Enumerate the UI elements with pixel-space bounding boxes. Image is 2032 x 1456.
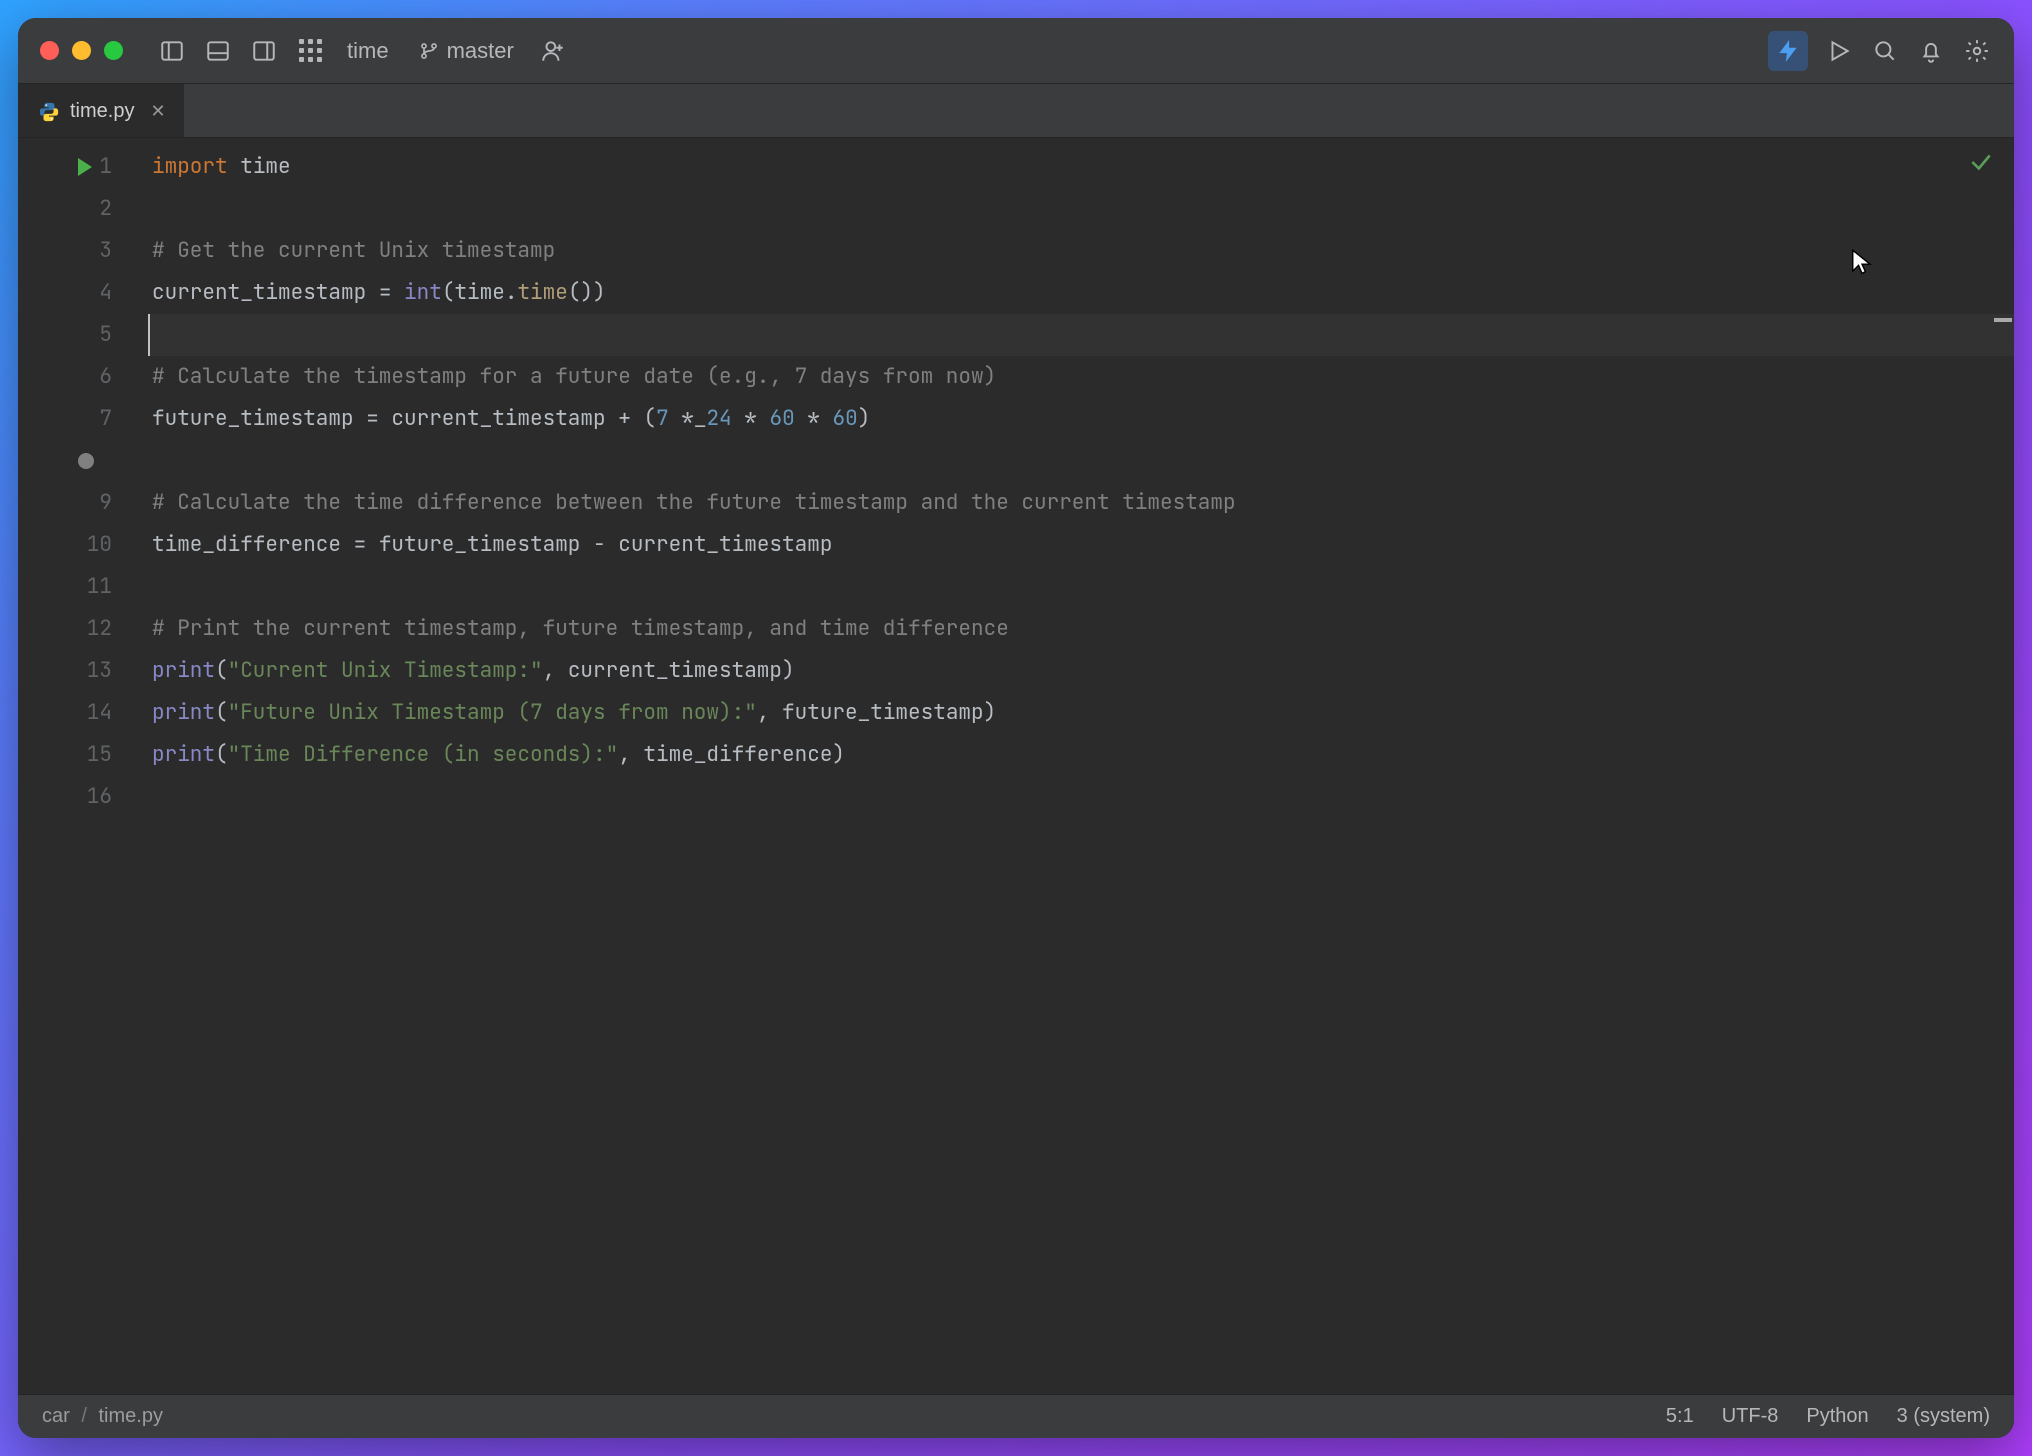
cursor-position[interactable]: 5:1: [1666, 1405, 1694, 1428]
line-number[interactable]: 2: [18, 188, 148, 230]
close-window-button[interactable]: [40, 41, 59, 60]
tab-file[interactable]: time.py ✕: [18, 84, 184, 137]
minimize-window-button[interactable]: [72, 41, 91, 60]
code-line[interactable]: [148, 314, 2014, 356]
inspection-checkmark-icon[interactable]: [1968, 148, 1994, 190]
code-line[interactable]: # Calculate the timestamp for a future d…: [148, 356, 2014, 398]
code-line[interactable]: # Print the current timestamp, future ti…: [148, 608, 2014, 650]
code-editor[interactable]: 1234567910111213141516 import time# Get …: [18, 138, 2014, 1394]
code-line[interactable]: current_timestamp = int(time.time()): [148, 272, 2014, 314]
code-line[interactable]: time_difference = future_timestamp - cur…: [148, 524, 2014, 566]
file-encoding[interactable]: UTF-8: [1722, 1405, 1779, 1428]
run-icon[interactable]: [1824, 36, 1854, 66]
breadcrumb-file: time.py: [98, 1405, 162, 1427]
code-area[interactable]: import time # Get the current Unix timest…: [148, 138, 2014, 1394]
code-line[interactable]: print("Future Unix Timestamp (7 days fro…: [148, 692, 2014, 734]
status-bar: car / time.py 5:1 UTF-8 Python 3 (system…: [18, 1394, 2014, 1438]
line-number-gutter[interactable]: 1234567910111213141516: [18, 138, 148, 1394]
code-line[interactable]: print("Current Unix Timestamp:", current…: [148, 650, 2014, 692]
git-branch-icon: [419, 41, 439, 61]
ide-window: time master time.py: [18, 18, 2014, 1438]
right-panel-toggle-icon[interactable]: [249, 36, 279, 66]
line-number[interactable]: 12: [18, 608, 148, 650]
ai-assistant-icon[interactable]: [1768, 31, 1808, 71]
code-line[interactable]: [148, 440, 2014, 482]
window-controls: [40, 41, 123, 60]
code-line[interactable]: import time: [148, 146, 2014, 188]
project-name[interactable]: time: [341, 38, 395, 64]
line-number[interactable]: 3: [18, 230, 148, 272]
branch-name: master: [447, 38, 514, 64]
language-mode[interactable]: Python: [1806, 1405, 1868, 1428]
line-number[interactable]: 14: [18, 692, 148, 734]
search-icon[interactable]: [1870, 36, 1900, 66]
code-line[interactable]: [148, 566, 2014, 608]
breadcrumb-separator: /: [81, 1405, 87, 1427]
line-number[interactable]: 10: [18, 524, 148, 566]
python-file-icon: [38, 101, 60, 123]
line-number[interactable]: 7: [18, 398, 148, 440]
notifications-icon[interactable]: [1916, 36, 1946, 66]
code-line[interactable]: # Calculate the time difference between …: [148, 482, 2014, 524]
breadcrumb[interactable]: car / time.py: [42, 1405, 1638, 1428]
minimap-marker: [1994, 318, 2012, 322]
code-line[interactable]: [148, 188, 2014, 230]
settings-icon[interactable]: [1962, 36, 1992, 66]
line-number[interactable]: 6: [18, 356, 148, 398]
line-number[interactable]: 11: [18, 566, 148, 608]
line-number[interactable]: [18, 440, 148, 482]
line-number[interactable]: 4: [18, 272, 148, 314]
code-line[interactable]: [148, 776, 2014, 818]
left-panel-toggle-icon[interactable]: [157, 36, 187, 66]
apps-grid-icon[interactable]: [295, 36, 325, 66]
breadcrumb-project: car: [42, 1405, 70, 1427]
line-number[interactable]: 5: [18, 314, 148, 356]
tab-filename: time.py: [70, 100, 134, 123]
add-collaborator-icon[interactable]: [538, 36, 568, 66]
line-number[interactable]: 13: [18, 650, 148, 692]
git-branch[interactable]: master: [411, 38, 522, 64]
line-number[interactable]: 15: [18, 734, 148, 776]
tab-bar: time.py ✕: [18, 84, 2014, 138]
code-line[interactable]: print("Time Difference (in seconds):", t…: [148, 734, 2014, 776]
bottom-panel-toggle-icon[interactable]: [203, 36, 233, 66]
maximize-window-button[interactable]: [104, 41, 123, 60]
interpreter[interactable]: 3 (system): [1897, 1405, 1990, 1428]
code-line[interactable]: # Get the current Unix timestamp: [148, 230, 2014, 272]
line-number[interactable]: 9: [18, 482, 148, 524]
code-line[interactable]: future_timestamp = current_timestamp + (…: [148, 398, 2014, 440]
line-number[interactable]: 1: [18, 146, 148, 188]
line-number[interactable]: 16: [18, 776, 148, 818]
titlebar: time master: [18, 18, 2014, 84]
tab-close-icon[interactable]: ✕: [150, 101, 165, 122]
